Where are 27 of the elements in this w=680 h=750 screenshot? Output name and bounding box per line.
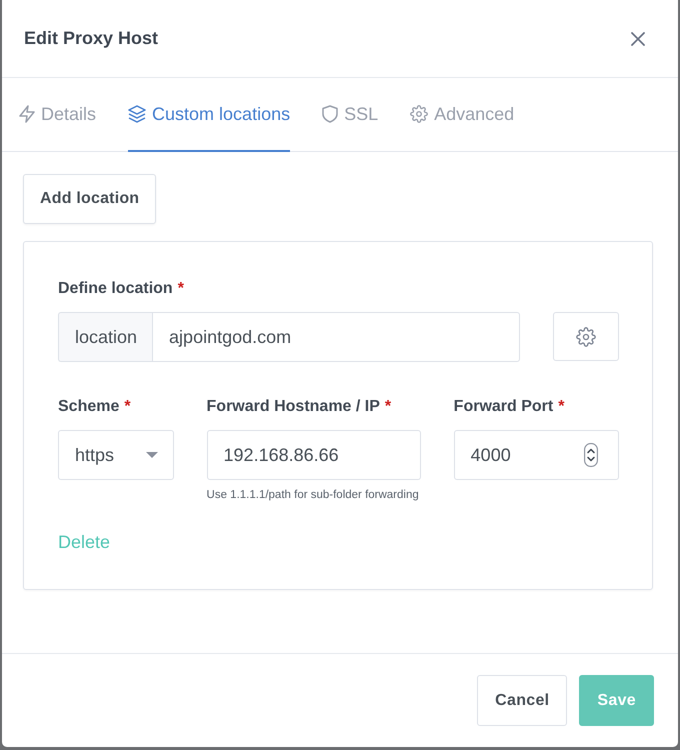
settings-icon <box>576 326 596 346</box>
spinner-icon[interactable] <box>584 443 598 467</box>
required-mark: * <box>384 397 392 417</box>
settings-button[interactable] <box>553 312 619 361</box>
cancel-button[interactable]: Cancel <box>477 675 568 726</box>
modal-title: Edit Proxy Host <box>24 28 158 49</box>
location-field[interactable]: ajpointgod.com <box>152 312 520 362</box>
port-field[interactable]: 4000 <box>454 430 619 480</box>
field-label: Forward Hostname / IP <box>206 397 380 417</box>
scheme-select[interactable]: https <box>58 430 174 480</box>
settings-icon <box>410 105 428 123</box>
shield-icon <box>322 105 338 123</box>
required-mark: * <box>124 397 131 417</box>
lightning-icon <box>19 105 35 123</box>
input-prefix: location <box>58 312 152 362</box>
field-label: Forward Port <box>454 397 554 417</box>
layers-icon <box>128 105 146 123</box>
field-label: Scheme <box>58 397 120 417</box>
required-mark: * <box>178 279 184 299</box>
tab[interactable]: Custom locations <box>128 78 290 152</box>
field-label: Define location <box>58 279 173 299</box>
close-icon[interactable] <box>631 32 645 46</box>
add-location-button[interactable]: Add location <box>23 174 156 224</box>
required-mark: * <box>558 397 564 417</box>
field-hint: Use 1.1.1.1/path for sub-folder forwarding <box>206 489 419 501</box>
caret-icon <box>146 452 158 458</box>
hostname-field[interactable]: 192.168.86.66 <box>206 430 421 480</box>
